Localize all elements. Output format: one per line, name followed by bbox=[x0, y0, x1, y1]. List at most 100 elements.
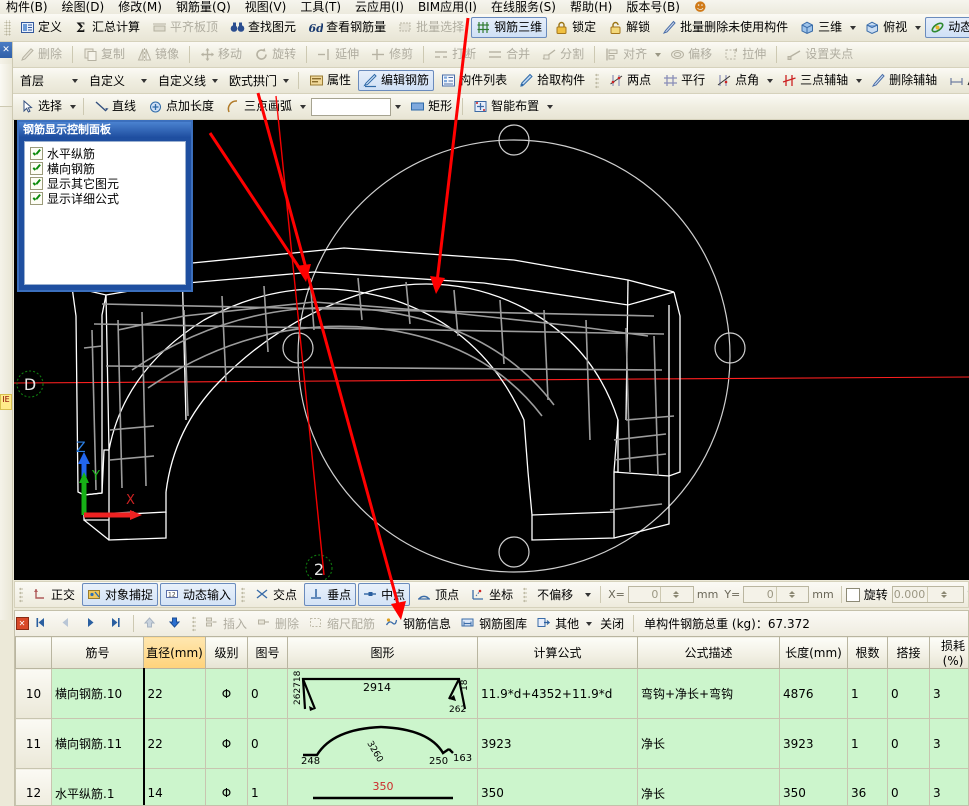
object-snap-button[interactable]: 对象捕捉 bbox=[82, 583, 159, 606]
column-header-figure-no[interactable]: 图号 bbox=[247, 636, 288, 669]
cell-count[interactable]: 1 bbox=[847, 668, 888, 719]
column-header-rebar-no[interactable]: 筋号 bbox=[51, 636, 144, 669]
trim-button[interactable]: 修剪 bbox=[366, 44, 418, 65]
break-button[interactable]: 打断 bbox=[429, 44, 481, 65]
x-coordinate-input[interactable]: 0 bbox=[627, 586, 694, 603]
mirror-button[interactable]: 镜像 bbox=[132, 44, 184, 65]
batch-delete-unused-button[interactable]: 批量删除未使用构件 bbox=[657, 17, 793, 38]
dynamic-input-button[interactable]: 12 动态输入 bbox=[160, 583, 237, 606]
column-header-lap[interactable]: 搭接 bbox=[887, 636, 930, 669]
cell-grade[interactable]: Φ bbox=[205, 768, 248, 805]
floor-combo-chevron-down-icon[interactable] bbox=[72, 78, 78, 83]
point-plus-length-button[interactable]: 点加长度 bbox=[143, 96, 219, 117]
cell-formula-desc[interactable]: 弯钩+净长+弯钩 bbox=[637, 668, 780, 719]
cell-formula[interactable]: 11.9*d+4352+11.9*d bbox=[477, 668, 638, 719]
rebar-library-button[interactable]: 钢筋图库 bbox=[457, 614, 531, 633]
smart-layout-dropdown-icon[interactable] bbox=[547, 104, 554, 109]
copy-button[interactable]: 复制 bbox=[78, 44, 130, 65]
midpoint-snap-button[interactable]: 中点 bbox=[358, 583, 411, 606]
rotate-input[interactable]: 0.000 bbox=[891, 586, 964, 603]
y-spinner[interactable] bbox=[775, 587, 809, 602]
top-view-dropdown-icon[interactable] bbox=[915, 25, 922, 30]
delete-button[interactable]: 删除 bbox=[15, 44, 67, 65]
intersection-snap-button[interactable]: 交点 bbox=[250, 583, 302, 606]
menu-item-help[interactable]: 帮助(H) bbox=[570, 1, 612, 14]
move-button[interactable]: 移动 bbox=[195, 44, 247, 65]
left-dock-segment[interactable] bbox=[0, 64, 12, 79]
line-button[interactable]: 直线 bbox=[89, 96, 141, 117]
close-panel-icon[interactable]: ✕ bbox=[15, 617, 29, 630]
coordinate-snap-button[interactable]: 坐标 bbox=[466, 583, 518, 606]
batch-select-button[interactable]: 批量选择 bbox=[393, 17, 469, 38]
checkbox-horizontal-longitudinal-rebar[interactable]: 水平纵筋 bbox=[30, 146, 180, 161]
cell-diameter[interactable]: 22 bbox=[142, 668, 206, 719]
cell-formula[interactable]: 350 bbox=[477, 768, 638, 805]
view-rebar-qty-button[interactable]: 6d 查看钢筋量 bbox=[303, 17, 391, 38]
find-element-button[interactable]: 查找图元 bbox=[225, 17, 301, 38]
summary-calc-button[interactable]: Σ 汇总计算 bbox=[69, 17, 145, 38]
cell-lap[interactable]: 0 bbox=[887, 718, 930, 769]
cell-grade[interactable]: Φ bbox=[205, 718, 248, 769]
insert-row-button[interactable]: 插入 bbox=[201, 614, 251, 633]
menu-item-tools[interactable]: 工具(T) bbox=[300, 1, 341, 14]
left-dock-vertical-label[interactable]: IE bbox=[0, 394, 12, 410]
cell-rebar-no[interactable]: 横向钢筋.10 bbox=[51, 668, 144, 719]
cell-count[interactable]: 1 bbox=[847, 718, 888, 769]
offset-button[interactable]: 偏移 bbox=[665, 44, 717, 65]
ortho-button[interactable]: 正交 bbox=[28, 583, 80, 606]
y-coordinate-input[interactable]: 0 bbox=[743, 586, 810, 603]
rebar-table-wrapper[interactable]: 筋号 直径(mm) 级别 图号 图形 计算公式 公式描述 长度(mm) 根数 搭… bbox=[15, 636, 968, 805]
table-row[interactable]: 12 水平纵筋.1 14 Φ 1 350 350 净长 350 36 0 3 bbox=[15, 768, 968, 805]
cell-rebar-no[interactable]: 水平纵筋.1 bbox=[51, 768, 144, 805]
edit-rebar-button[interactable]: 编辑钢筋 bbox=[358, 70, 435, 91]
lock-button[interactable]: 锁定 bbox=[549, 17, 601, 38]
three-point-axis-button[interactable]: 三点辅轴 bbox=[777, 70, 853, 91]
cell-diameter[interactable]: 22 bbox=[142, 718, 206, 769]
column-header-diameter[interactable]: 直径(mm) bbox=[143, 636, 206, 669]
rotate-checkbox[interactable] bbox=[845, 587, 860, 602]
rebar-display-control-panel[interactable]: 钢筋显示控制面板 水平纵筋 横向钢筋 显示其它图元 显示详细公式 bbox=[17, 120, 193, 292]
cell-loss[interactable]: 3 bbox=[929, 668, 968, 719]
rebar-info-button[interactable]: 钢筋信息 bbox=[381, 614, 455, 633]
custom-line-combo-chevron-down-icon[interactable] bbox=[212, 78, 219, 83]
three-point-arc-dropdown-icon[interactable] bbox=[300, 104, 307, 109]
other-dropdown-icon[interactable] bbox=[586, 621, 593, 626]
stretch-button[interactable]: 拉伸 bbox=[719, 44, 771, 65]
define-button[interactable]: 定义 bbox=[15, 17, 67, 38]
pick-member-button[interactable]: 拾取构件 bbox=[514, 70, 590, 91]
top-view-button[interactable]: 俯视 bbox=[860, 17, 912, 38]
cell-figure-no[interactable]: 0 bbox=[247, 718, 288, 769]
three-d-view-button[interactable]: 三维 bbox=[795, 17, 847, 38]
menu-item-version[interactable]: 版本号(B) bbox=[626, 1, 680, 14]
custom-combo-chevron-down-icon[interactable] bbox=[141, 78, 147, 83]
move-down-button[interactable] bbox=[164, 615, 187, 632]
checkbox-checked-icon[interactable] bbox=[30, 162, 43, 175]
select-dropdown-icon[interactable] bbox=[70, 104, 77, 109]
two-point-button[interactable]: 两点 bbox=[604, 70, 656, 91]
rotate-spinner[interactable] bbox=[927, 587, 963, 602]
other-button[interactable]: 其他 bbox=[533, 614, 583, 633]
cell-lap[interactable]: 0 bbox=[887, 668, 930, 719]
cell-rebar-no[interactable]: 横向钢筋.11 bbox=[51, 718, 144, 769]
properties-button[interactable]: 属性 bbox=[304, 70, 356, 91]
vertex-snap-button[interactable]: 顶点 bbox=[412, 583, 464, 606]
close-editor-button[interactable]: 关闭 bbox=[596, 614, 628, 633]
left-dock-segment[interactable] bbox=[0, 78, 12, 93]
cell-grade[interactable]: Φ bbox=[205, 668, 248, 719]
menu-item-view[interactable]: 视图(V) bbox=[245, 1, 287, 14]
member-list-button[interactable]: 构件列表 bbox=[436, 70, 512, 91]
menu-item-bim-app[interactable]: BIM应用(I) bbox=[418, 1, 477, 14]
left-dock-close-icon[interactable]: ✕ bbox=[0, 42, 12, 58]
column-header-grade[interactable]: 级别 bbox=[205, 636, 248, 669]
checkbox-checked-icon[interactable] bbox=[30, 192, 43, 205]
scale-rebar-button[interactable]: 缩尺配筋 bbox=[305, 614, 379, 633]
checkbox-checked-icon[interactable] bbox=[30, 177, 43, 190]
member-name-combo-chevron-down-icon[interactable] bbox=[283, 78, 290, 83]
column-header-count[interactable]: 根数 bbox=[847, 636, 888, 669]
prev-record-button[interactable] bbox=[55, 615, 78, 632]
smart-layout-button[interactable]: 智能布置 bbox=[468, 96, 544, 117]
set-grip-point-button[interactable]: 设置夹点 bbox=[782, 44, 858, 65]
last-record-button[interactable] bbox=[105, 615, 128, 632]
menu-item-rebar-qty[interactable]: 钢筋量(Q) bbox=[176, 1, 231, 14]
menu-item-online-service[interactable]: 在线服务(S) bbox=[491, 1, 556, 14]
